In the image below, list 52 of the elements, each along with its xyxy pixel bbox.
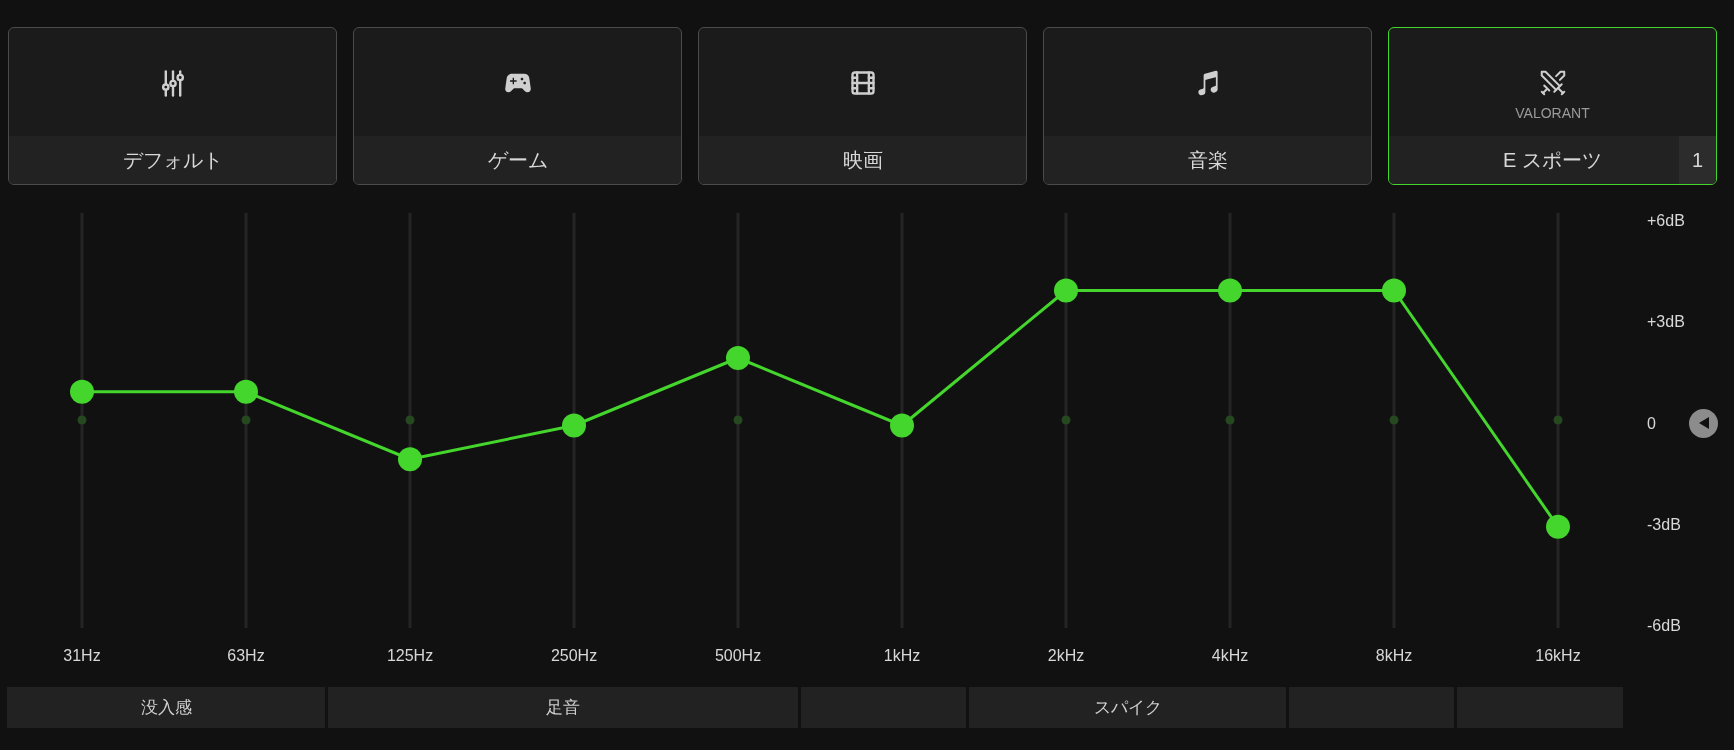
slider-thumb[interactable] xyxy=(398,447,422,472)
slider-thumb[interactable] xyxy=(890,413,914,438)
triangle-left-icon xyxy=(1698,417,1709,429)
zero-mark-icon xyxy=(405,415,415,425)
preset-card[interactable]: デフォルト xyxy=(8,27,337,185)
slider-thumb[interactable] xyxy=(234,379,258,404)
preset-label: 音楽 xyxy=(1187,148,1228,173)
frequency-label: 500Hz xyxy=(714,646,762,666)
zero-mark-icon xyxy=(1389,415,1399,425)
collapse-button[interactable] xyxy=(1689,408,1718,438)
zero-mark-icon xyxy=(1553,415,1563,425)
slider-thumb[interactable] xyxy=(562,413,586,438)
frequency-label: 2kHz xyxy=(1047,646,1085,666)
preset-label: デフォルト xyxy=(122,148,223,173)
frequency-label: 4kHz xyxy=(1211,646,1249,666)
slider-thumb[interactable] xyxy=(1546,514,1570,539)
scale-label: -3dB xyxy=(1647,514,1681,535)
frequency-label: 8kHz xyxy=(1375,646,1413,666)
frequency-label: 1kHz xyxy=(883,646,921,666)
slider-thumb[interactable] xyxy=(1382,278,1406,303)
zero-mark-icon xyxy=(1061,415,1071,425)
scale-label: 0 xyxy=(1647,413,1656,434)
preset-card[interactable]: ゲーム xyxy=(353,27,682,185)
frequency-label: 63Hz xyxy=(227,646,265,666)
preset-label: E スポーツ xyxy=(1503,148,1602,173)
scale-label: +3dB xyxy=(1647,312,1685,333)
slider-thumb[interactable] xyxy=(726,346,750,370)
slider-thumb[interactable] xyxy=(1218,278,1242,303)
game-title-text: VALORANT xyxy=(1515,104,1590,122)
scale-label: -6dB xyxy=(1647,616,1681,636)
slider-thumb[interactable] xyxy=(1054,278,1078,303)
zero-mark-icon xyxy=(241,415,251,425)
preset-label: ゲーム xyxy=(487,148,548,173)
sliders-icon xyxy=(160,68,185,98)
zero-mark-icon xyxy=(1225,415,1235,425)
preset-label: 映画 xyxy=(842,148,883,173)
film-strip-icon xyxy=(848,69,877,97)
preset-card[interactable]: 映画 xyxy=(698,27,1027,185)
scale-label: +6dB xyxy=(1647,211,1685,231)
frequency-label: 16kHz xyxy=(1535,646,1581,666)
band-group-bar: 没入感 xyxy=(7,687,325,728)
frequency-label: 125Hz xyxy=(386,646,434,666)
preset-card[interactable]: VALORANT E スポーツ 1 xyxy=(1388,27,1717,185)
slot-badge: 1 xyxy=(1679,136,1716,184)
frequency-label: 250Hz xyxy=(550,646,598,666)
band-group-bar: スパイク xyxy=(969,687,1286,728)
zero-mark-icon xyxy=(77,415,87,425)
frequency-label: 31Hz xyxy=(63,646,101,666)
band-group-bar: 足音 xyxy=(328,687,798,728)
preset-card[interactable]: 音楽 xyxy=(1043,27,1372,185)
slider-thumb[interactable] xyxy=(70,379,94,404)
zero-mark-icon xyxy=(733,415,743,425)
